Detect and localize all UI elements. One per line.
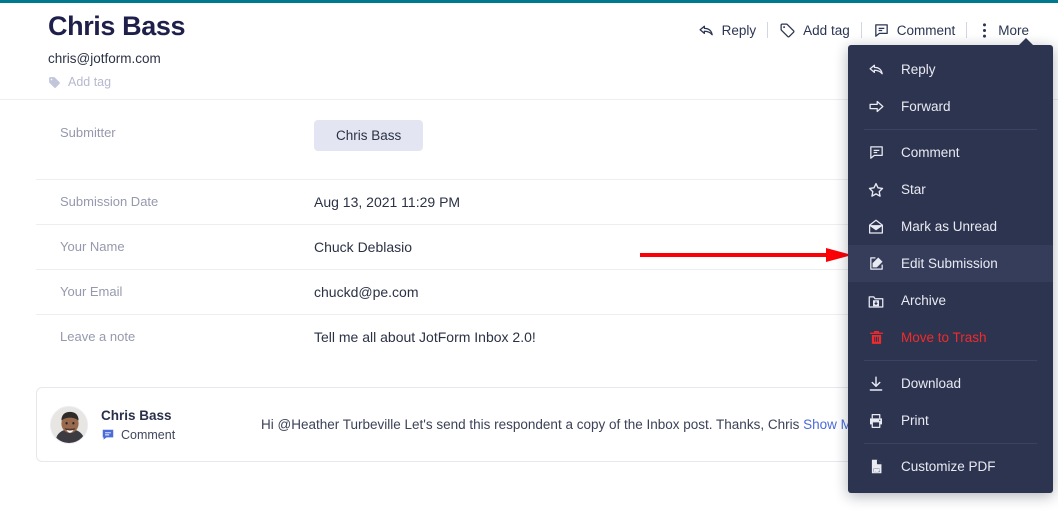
toolbar-add-tag-label: Add tag — [803, 22, 850, 38]
forward-arrow-icon — [866, 98, 886, 115]
menu-item-star[interactable]: Star — [848, 171, 1053, 208]
menu-item-mark-as-unread[interactable]: Mark as Unread — [848, 208, 1053, 245]
menu-item-label: Move to Trash — [901, 330, 987, 345]
menu-item-label: Forward — [901, 99, 951, 114]
comment-author: Chris Bass — [101, 407, 172, 423]
comment-meta: Chris Bass Comment — [101, 408, 261, 442]
toolbar-comment-label: Comment — [896, 22, 956, 38]
menu-item-label: Star — [901, 182, 926, 197]
field-label: Your Email — [60, 284, 123, 299]
add-tag-label: Add tag — [68, 75, 112, 89]
menu-item-label: Download — [901, 376, 962, 391]
star-icon — [866, 181, 886, 199]
more-dropdown-menu: Reply Forward Comment Star Mark as Unrea… — [848, 38, 1053, 493]
comment-bubble-icon — [873, 22, 890, 39]
menu-item-label: Comment — [901, 145, 960, 160]
menu-divider — [864, 443, 1037, 444]
field-label: Your Name — [60, 239, 125, 254]
menu-item-download[interactable]: Download — [848, 365, 1053, 402]
field-label: Submitter — [60, 125, 116, 140]
menu-divider — [864, 360, 1037, 361]
envelope-icon — [866, 218, 886, 236]
menu-item-customize-pdf[interactable]: PDF Customize PDF — [848, 448, 1053, 485]
submitter-email: chris@jotform.com — [48, 51, 161, 66]
trash-icon — [866, 329, 886, 346]
comment-bubble-icon — [866, 144, 886, 161]
field-label: Submission Date — [60, 194, 159, 209]
reply-arrow-icon — [866, 61, 886, 78]
add-tag-button[interactable]: Add tag — [48, 75, 111, 89]
menu-item-forward[interactable]: Forward — [848, 88, 1053, 125]
menu-item-label: Edit Submission — [901, 256, 998, 271]
menu-item-comment[interactable]: Comment — [848, 134, 1053, 171]
user-photo-avatar — [51, 406, 87, 443]
menu-item-label: Archive — [901, 293, 947, 308]
menu-item-reply[interactable]: Reply — [848, 51, 1053, 88]
comment-kind: Comment — [101, 428, 261, 442]
vertical-dots-icon — [978, 22, 991, 39]
reply-arrow-icon — [698, 22, 715, 39]
comment-text: Hi @Heather Turbeville Let's send this r… — [261, 417, 800, 432]
toolbar-reply-button[interactable]: Reply — [687, 17, 768, 43]
tag-icon — [48, 76, 61, 89]
menu-item-edit-submission[interactable]: Edit Submission — [848, 245, 1053, 282]
header-toolbar: Reply Add tag Comment More — [687, 17, 1040, 43]
comment-kind-label: Comment — [121, 427, 176, 442]
printer-icon — [866, 412, 886, 430]
avatar — [50, 405, 88, 444]
page-title: Chris Bass — [48, 11, 186, 41]
menu-item-label: Customize PDF — [901, 459, 996, 474]
menu-item-label: Mark as Unread — [901, 219, 998, 234]
pdf-file-icon: PDF — [866, 458, 886, 475]
comment-bubble-icon — [101, 428, 115, 442]
toolbar-add-tag-button[interactable]: Add tag — [768, 17, 861, 43]
svg-text:PDF: PDF — [873, 468, 879, 472]
tag-icon — [779, 22, 796, 39]
menu-item-archive[interactable]: Archive — [848, 282, 1053, 319]
inbox-submission-page: Chris Bass chris@jotform.com Add tag Rep… — [0, 0, 1058, 520]
download-icon — [866, 375, 886, 393]
menu-divider — [864, 129, 1037, 130]
toolbar-comment-button[interactable]: Comment — [862, 17, 967, 43]
submitter-chip[interactable]: Chris Bass — [314, 120, 424, 151]
menu-item-label: Reply — [901, 62, 936, 77]
edit-pencil-icon — [866, 255, 886, 272]
field-label: Leave a note — [60, 329, 136, 344]
menu-item-print[interactable]: Print — [848, 402, 1053, 439]
toolbar-reply-label: Reply — [721, 22, 757, 38]
dropdown-caret — [1018, 38, 1034, 46]
toolbar-more-label: More — [998, 22, 1029, 38]
archive-folder-icon — [866, 292, 886, 310]
menu-item-label: Print — [901, 413, 929, 428]
menu-item-move-to-trash[interactable]: Move to Trash — [848, 319, 1053, 356]
